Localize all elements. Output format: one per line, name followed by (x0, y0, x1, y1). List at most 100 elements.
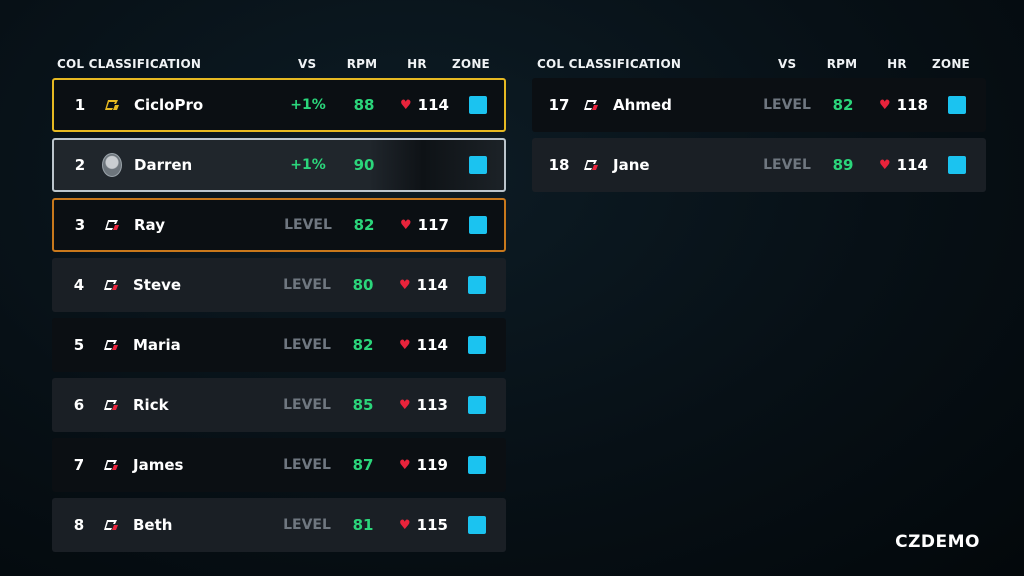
table-row[interactable]: 5 Maria LEVEL 82 ♥ 114 (52, 318, 506, 372)
rpm-value: 80 (352, 276, 374, 294)
rider-position: 17 (548, 96, 570, 114)
vs-value: LEVEL (283, 517, 331, 533)
table-row[interactable]: 18 Jane LEVEL 89 ♥ 114 (532, 138, 986, 192)
heart-rate: ♥ 114 (399, 259, 448, 311)
heart-icon: ♥ (400, 97, 412, 113)
brand-logo: CZDEMO (895, 532, 980, 552)
zone-box (948, 156, 966, 174)
zone-box (468, 516, 486, 534)
header-classification: COL CLASSIFICATION (57, 57, 202, 71)
heart-icon: ♥ (399, 397, 411, 413)
vs-value: LEVEL (283, 337, 331, 353)
rider-position: 6 (73, 396, 85, 414)
rider-name: Ahmed (613, 96, 672, 114)
rider-position: 2 (74, 156, 86, 174)
table-row[interactable]: 7 James LEVEL 87 ♥ 119 (52, 438, 506, 492)
rider-name: Rick (133, 396, 169, 414)
heart-rate-value: 119 (416, 456, 448, 474)
team-logo-icon (581, 139, 601, 191)
zone-indicator (468, 200, 488, 250)
team-logo-icon (101, 259, 121, 311)
rpm-value: 85 (352, 396, 374, 414)
heart-icon: ♥ (879, 157, 891, 173)
heart-rate: ♥ 114 (400, 80, 449, 130)
avatar (102, 153, 122, 177)
header-classification: COL CLASSIFICATION (537, 57, 682, 71)
heart-icon: ♥ (399, 277, 411, 293)
rpm-value: 82 (352, 336, 374, 354)
rider-position: 8 (73, 516, 85, 534)
header-rpm: RPM (346, 57, 378, 71)
classification-rows: 17 Ahmed LEVEL 82 ♥ 118 18 Jane LEVEL 89 ♥ 114 (532, 78, 986, 192)
table-row[interactable]: 3 Ray LEVEL 82 ♥ 117 (52, 198, 506, 252)
team-logo-icon (101, 499, 121, 551)
table-row[interactable]: 6 Rick LEVEL 85 ♥ 113 (52, 378, 506, 432)
table-row[interactable]: 2 Darren +1% 90 (52, 138, 506, 192)
rider-name: Ray (134, 216, 165, 234)
heart-rate-value: 114 (416, 276, 448, 294)
zone-box (468, 336, 486, 354)
rider-position: 7 (73, 456, 85, 474)
header-vs: VS (778, 57, 797, 71)
heart-rate: ♥ 113 (399, 379, 448, 431)
rider-name: James (133, 456, 184, 474)
vs-value: LEVEL (763, 157, 811, 173)
zone-box (469, 156, 487, 174)
zone-box (469, 216, 487, 234)
zone-indicator (947, 139, 967, 191)
header-hr: HR (887, 57, 907, 71)
vs-value: LEVEL (763, 97, 811, 113)
rider-name: CicloPro (134, 96, 204, 114)
zone-indicator (468, 80, 488, 130)
rider-name: Beth (133, 516, 173, 534)
team-logo-gold-icon (102, 80, 122, 130)
zone-box (468, 396, 486, 414)
vs-value: +1% (290, 97, 326, 113)
table-row[interactable]: 8 Beth LEVEL 81 ♥ 115 (52, 498, 506, 552)
rpm-value: 82 (353, 216, 375, 234)
zone-indicator (468, 140, 488, 190)
table-row[interactable]: 4 Steve LEVEL 80 ♥ 114 (52, 258, 506, 312)
heart-icon: ♥ (399, 457, 411, 473)
rider-position: 4 (73, 276, 85, 294)
zone-indicator (467, 319, 487, 371)
heart-rate (400, 140, 446, 190)
rider-position: 1 (74, 96, 86, 114)
zone-indicator (467, 499, 487, 551)
heart-rate-value: 114 (417, 96, 449, 114)
classification-rows: 1 CicloPro +1% 88 ♥ 114 2 Darren +1% 90 3 Ray LEVEL 8… (52, 78, 506, 552)
heart-rate: ♥ 115 (399, 499, 448, 551)
heart-rate: ♥ 117 (400, 200, 449, 250)
heart-icon: ♥ (399, 337, 411, 353)
header-zone: ZONE (452, 57, 490, 71)
header-rpm: RPM (826, 57, 858, 71)
rpm-value: 88 (353, 96, 375, 114)
rider-name: Steve (133, 276, 182, 294)
zone-indicator (467, 439, 487, 491)
rider-name: Darren (134, 156, 193, 174)
team-logo-icon (581, 79, 601, 131)
rpm-value: 87 (352, 456, 374, 474)
rider-position: 18 (548, 156, 570, 174)
rider-position: 3 (74, 216, 86, 234)
vs-value: LEVEL (284, 217, 332, 233)
zone-box (468, 456, 486, 474)
heart-icon: ♥ (879, 97, 891, 113)
team-logo-icon (102, 200, 122, 250)
rpm-value: 81 (352, 516, 374, 534)
table-row[interactable]: 1 CicloPro +1% 88 ♥ 114 (52, 78, 506, 132)
heart-rate-value: 113 (416, 396, 448, 414)
rpm-value: 90 (353, 156, 375, 174)
classification-header: COL CLASSIFICATION VS RPM HR ZONE (532, 52, 986, 78)
vs-value: +1% (290, 157, 326, 173)
table-row[interactable]: 17 Ahmed LEVEL 82 ♥ 118 (532, 78, 986, 132)
team-logo-icon (101, 319, 121, 371)
team-logo-icon (101, 379, 121, 431)
heart-rate: ♥ 118 (879, 79, 928, 131)
header-zone: ZONE (932, 57, 970, 71)
heart-icon: ♥ (399, 517, 411, 533)
classification-header: COL CLASSIFICATION VS RPM HR ZONE (52, 52, 506, 78)
rpm-value: 89 (832, 156, 854, 174)
vs-value: LEVEL (283, 457, 331, 473)
header-hr: HR (407, 57, 427, 71)
